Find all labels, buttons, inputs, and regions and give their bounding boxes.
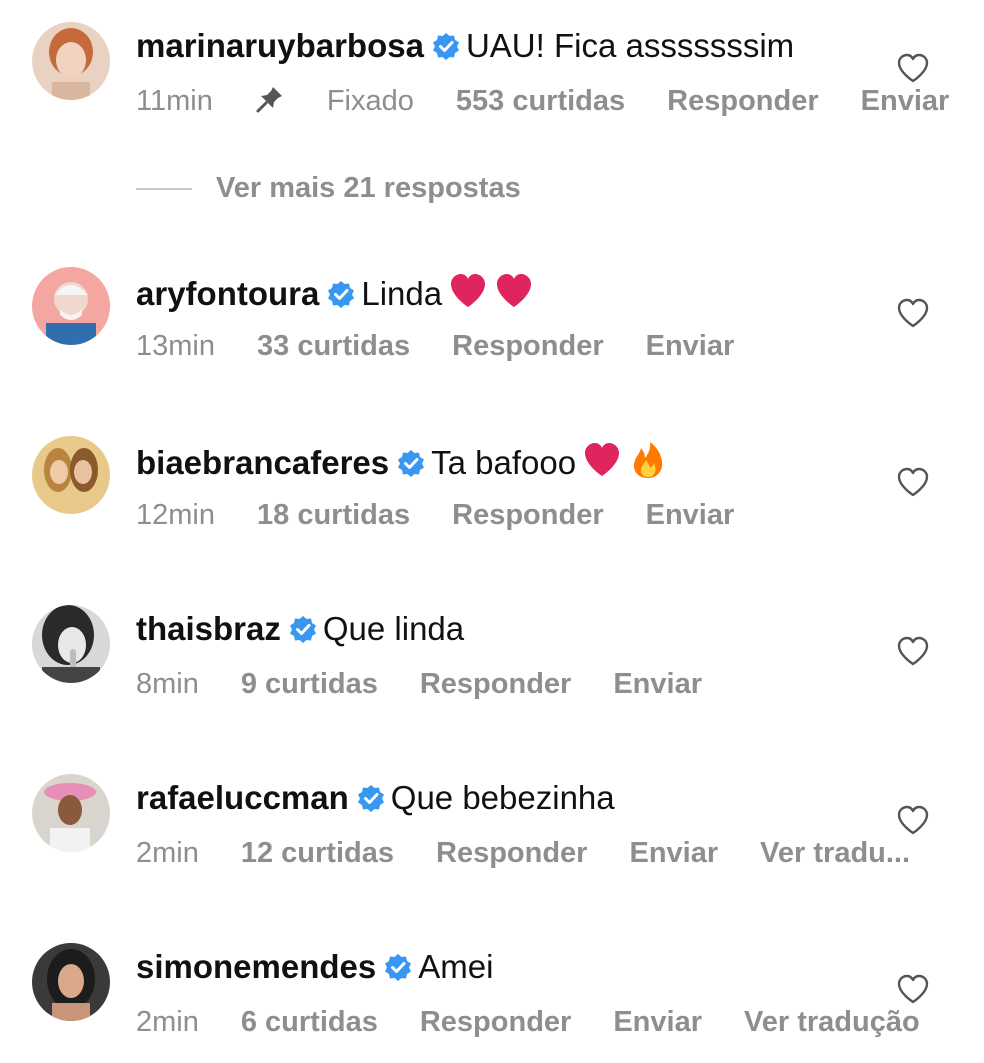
reply-button[interactable]: Responder [436, 836, 587, 870]
username[interactable]: simonemendes [136, 948, 376, 985]
send-button[interactable]: Enviar [613, 1005, 702, 1039]
comment-item: biaebrancaferes Ta bafooo 12min 18 curtida… [0, 436, 984, 556]
comment-time: 11min [136, 85, 213, 117]
reply-button[interactable]: Responder [420, 667, 571, 701]
pinned-label: Fixado [326, 85, 414, 117]
verified-badge-icon [357, 784, 385, 812]
reply-button[interactable]: Responder [452, 329, 603, 363]
like-heart-icon[interactable] [896, 804, 930, 836]
likes-count[interactable]: 9 curtidas [241, 667, 378, 701]
reply-button[interactable]: Responder [452, 498, 603, 532]
like-heart-icon[interactable] [896, 635, 930, 667]
comment-time: 12min [136, 499, 215, 531]
username[interactable]: thaisbraz [136, 610, 281, 647]
likes-count[interactable]: 18 curtidas [257, 498, 410, 532]
username[interactable]: aryfontoura [136, 275, 319, 312]
avatar[interactable] [32, 436, 110, 514]
comment-item: thaisbraz Que linda 8min 9 curtidas Respond… [0, 605, 984, 725]
translate-button[interactable]: Ver tradu... [760, 836, 910, 870]
red-heart-emoji-icon [448, 271, 488, 311]
comment-time: 8min [136, 668, 199, 700]
reply-button[interactable]: Responder [420, 1005, 571, 1039]
avatar[interactable] [32, 267, 110, 345]
verified-badge-icon [397, 449, 425, 477]
send-button[interactable]: Enviar [861, 84, 950, 118]
comment-item: aryfontoura Linda 13min 33 curtidas Respond… [0, 267, 984, 387]
comment-item: rafaeluccman Que bebezinha 2min 12 curtida… [0, 774, 984, 894]
likes-count[interactable]: 6 curtidas [241, 1005, 378, 1039]
avatar[interactable] [32, 943, 110, 1021]
comment-item: simonemendes Amei 2min 6 curtidas Responder… [0, 943, 984, 1063]
username[interactable]: biaebrancaferes [136, 444, 389, 481]
avatar[interactable] [32, 22, 110, 100]
likes-count[interactable]: 12 curtidas [241, 836, 394, 870]
comment-text: Que linda [322, 610, 465, 647]
reply-button[interactable]: Responder [667, 84, 818, 118]
like-heart-icon[interactable] [896, 297, 930, 329]
username[interactable]: rafaeluccman [136, 779, 349, 816]
fire-emoji-icon [628, 440, 668, 480]
comment-text: Que bebezinha [390, 779, 615, 816]
likes-count[interactable]: 33 curtidas [257, 329, 410, 363]
send-button[interactable]: Enviar [646, 498, 735, 532]
avatar[interactable] [32, 605, 110, 683]
verified-badge-icon [384, 953, 412, 981]
comment-text: UAU! Fica asssssssim [465, 27, 795, 64]
comment-item: marinaruybarbosa UAU! Fica asssssssim 11m… [0, 22, 984, 142]
red-heart-emoji-icon [494, 271, 534, 311]
send-button[interactable]: Enviar [646, 329, 735, 363]
verified-badge-icon [289, 615, 317, 643]
translate-button[interactable]: Ver tradução [744, 1005, 920, 1039]
likes-count[interactable]: 553 curtidas [456, 84, 625, 118]
view-more-replies[interactable]: Ver mais 21 respostas [136, 172, 521, 212]
like-heart-icon[interactable] [896, 52, 930, 84]
username[interactable]: marinaruybarbosa [136, 27, 424, 64]
pin-icon [255, 84, 285, 114]
replies-divider [136, 187, 192, 190]
comment-text: Ta bafooo [431, 444, 577, 481]
send-button[interactable]: Enviar [613, 667, 702, 701]
comment-text: Linda [361, 275, 443, 312]
view-more-replies-label[interactable]: Ver mais 21 respostas [216, 172, 521, 204]
comment-time: 2min [136, 1006, 199, 1038]
avatar[interactable] [32, 774, 110, 852]
send-button[interactable]: Enviar [629, 836, 718, 870]
like-heart-icon[interactable] [896, 973, 930, 1005]
verified-badge-icon [327, 280, 355, 308]
pinned-indicator: Fixado [255, 84, 414, 118]
comment-time: 13min [136, 330, 215, 362]
red-heart-emoji-icon [582, 440, 622, 480]
comment-time: 2min [136, 837, 199, 869]
comment-text: Amei [418, 948, 494, 985]
verified-badge-icon [432, 32, 460, 60]
like-heart-icon[interactable] [896, 466, 930, 498]
